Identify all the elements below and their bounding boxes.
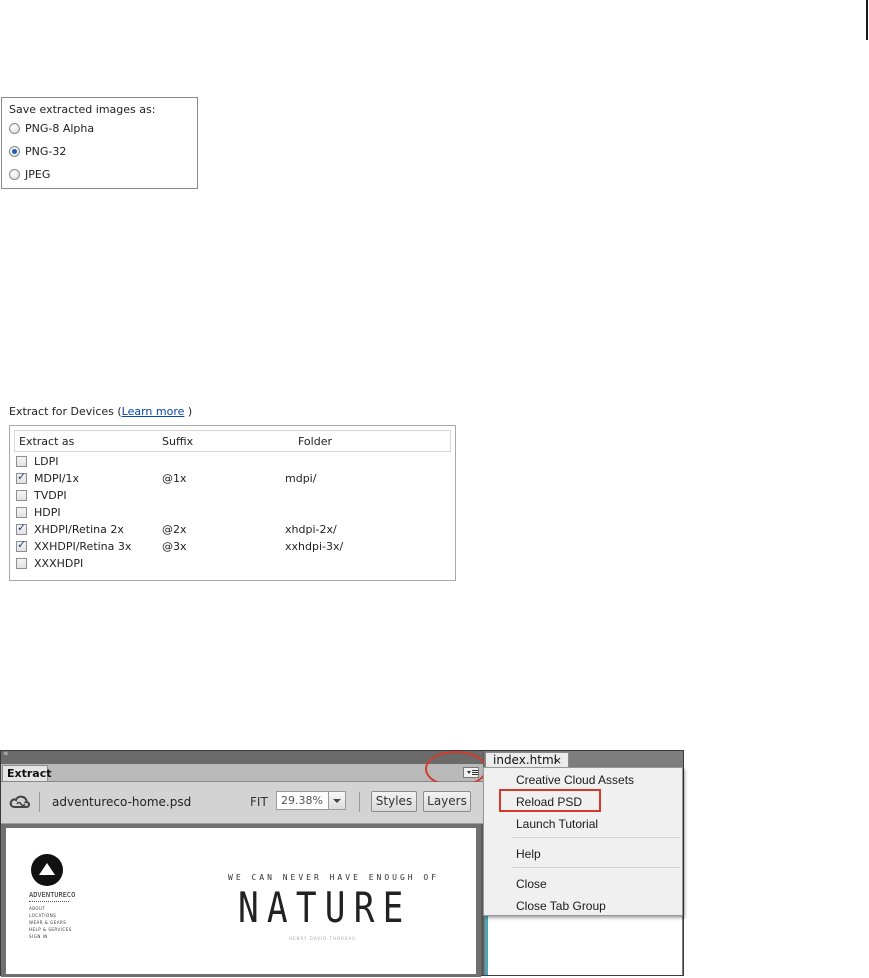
header-folder: Folder <box>298 435 332 448</box>
radio-label: PNG-32 <box>25 145 67 158</box>
preview-nav-item: ABOUT <box>29 906 46 911</box>
radio-button-selected[interactable] <box>9 146 20 157</box>
menu-item-launch-tutorial[interactable]: Launch Tutorial <box>516 817 598 831</box>
device-row-ldpi[interactable]: LDPI <box>14 454 451 471</box>
device-name: XXHDPI/Retina 3x <box>34 540 132 553</box>
tab-extract[interactable]: Extract <box>2 765 52 781</box>
learn-more-link[interactable]: Learn more <box>122 405 185 418</box>
menu-item-help[interactable]: Help <box>516 847 541 861</box>
device-checkbox[interactable] <box>16 558 27 569</box>
preview-nav-item: HELP & SERVICES <box>29 927 72 932</box>
device-name: MDPI/1x <box>34 472 80 485</box>
preview-divider <box>29 901 69 903</box>
extract-panel-window: « Extract adventureco-home.psd FIT 29.38… <box>0 749 684 977</box>
preview-nav-item: LOCATIONS <box>29 913 57 918</box>
menu-item-creative-cloud-assets[interactable]: Creative Cloud Assets <box>516 773 634 787</box>
device-suffix: @1x <box>162 472 187 485</box>
device-name: XXXHDPI <box>34 557 84 570</box>
device-row-xxhdpi[interactable]: XXHDPI/Retina 3x @3x xxhdpi-3x/ <box>14 538 451 556</box>
panel-tab-bar: Extract <box>1 764 483 782</box>
device-folder: xhdpi-2x/ <box>285 523 337 536</box>
device-row-hdpi[interactable]: HDPI <box>14 505 451 522</box>
device-name: XHDPI/Retina 2x <box>34 523 124 536</box>
radio-button[interactable] <box>9 123 20 134</box>
preview-tagline: WE CAN NEVER HAVE ENOUGH OF <box>228 873 440 882</box>
device-folder: mdpi/ <box>285 472 317 485</box>
toolbar-divider <box>39 792 40 812</box>
preview-subline: HENRY DAVID THOREAU <box>289 936 357 941</box>
save-format-panel: Save extracted images as: PNG-8 Alpha PN… <box>1 97 198 189</box>
radio-label: JPEG <box>25 168 51 181</box>
fit-label[interactable]: FIT <box>250 795 268 809</box>
mountain-logo-icon <box>31 854 63 886</box>
preview-headline: NATURE <box>238 883 412 932</box>
devices-title-text: Extract for Devices ( <box>9 405 122 418</box>
radio-png32[interactable]: PNG-32 <box>9 145 66 158</box>
radio-label: PNG-8 Alpha <box>25 122 95 135</box>
device-folder: xxhdpi-3x/ <box>285 540 344 553</box>
device-checkbox-checked[interactable] <box>16 521 27 535</box>
psd-file-name: adventureco-home.psd <box>52 795 192 809</box>
zoom-select[interactable]: 29.38% <box>276 791 346 810</box>
menu-item-reload-psd[interactable]: Reload PSD <box>516 795 582 809</box>
menu-separator <box>512 837 680 838</box>
extract-toolbar: adventureco-home.psd FIT 29.38% Styles L… <box>1 782 483 824</box>
device-row-xxxhdpi[interactable]: XXXHDPI <box>14 556 451 573</box>
device-suffix: @2x <box>162 523 187 536</box>
psd-preview-area: ADVENTURECO ABOUT LOCATIONS WEAR & GEARS… <box>1 824 481 977</box>
device-checkbox-checked[interactable] <box>16 538 27 552</box>
psd-canvas[interactable]: ADVENTURECO ABOUT LOCATIONS WEAR & GEARS… <box>6 828 476 974</box>
chevron-down-icon[interactable] <box>328 792 345 809</box>
device-row-xhdpi[interactable]: XHDPI/Retina 2x @2x xhdpi-2x/ <box>14 521 451 539</box>
device-name: LDPI <box>34 455 59 468</box>
radio-jpeg[interactable]: JPEG <box>9 168 50 181</box>
menu-item-close[interactable]: Close <box>516 877 547 891</box>
save-format-title: Save extracted images as: <box>9 103 156 116</box>
device-name: TVDPI <box>34 489 67 502</box>
close-icon[interactable]: × <box>553 753 562 768</box>
device-checkbox-checked[interactable] <box>16 470 27 484</box>
header-suffix: Suffix <box>162 435 194 448</box>
device-row-tvdpi[interactable]: TVDPI <box>14 488 451 505</box>
tab-index-html[interactable]: index.html × <box>485 752 569 768</box>
devices-title: Extract for Devices (Learn more ) <box>9 405 192 418</box>
creative-cloud-icon[interactable] <box>9 794 31 810</box>
layers-button[interactable]: Layers <box>423 791 471 812</box>
radio-button[interactable] <box>9 169 20 180</box>
devices-table-header: Extract as Suffix Folder <box>14 430 451 452</box>
device-suffix: @3x <box>162 540 187 553</box>
collapse-chevron-icon[interactable]: « <box>3 749 9 759</box>
device-name: HDPI <box>34 506 61 519</box>
device-checkbox[interactable] <box>16 490 27 501</box>
menu-separator <box>512 867 680 868</box>
device-checkbox[interactable] <box>16 456 27 467</box>
panel-menu-icon[interactable] <box>463 767 479 778</box>
preview-brand: ADVENTURECO <box>29 891 76 899</box>
panel-options-menu: Creative Cloud Assets Reload PSD Launch … <box>483 767 683 916</box>
preview-nav-item: SIGN IN <box>29 934 48 939</box>
styles-button[interactable]: Styles <box>371 791 417 812</box>
preview-nav-item: WEAR & GEARS <box>29 920 67 925</box>
devices-title-close: ) <box>187 405 193 418</box>
edge-line <box>866 0 868 40</box>
radio-png8-alpha[interactable]: PNG-8 Alpha <box>9 122 94 135</box>
device-row-mdpi[interactable]: MDPI/1x @1x mdpi/ <box>14 470 451 488</box>
device-checkbox[interactable] <box>16 507 27 518</box>
panel-collapse-strip[interactable]: « <box>1 749 483 765</box>
zoom-value[interactable]: 29.38% <box>281 794 323 807</box>
toolbar-divider <box>359 792 360 812</box>
header-extract-as: Extract as <box>19 435 75 448</box>
tab-label: index.html <box>493 753 557 767</box>
menu-item-close-tab-group[interactable]: Close Tab Group <box>516 899 606 913</box>
devices-table: Extract as Suffix Folder LDPI MDPI/1x @1… <box>9 425 456 581</box>
